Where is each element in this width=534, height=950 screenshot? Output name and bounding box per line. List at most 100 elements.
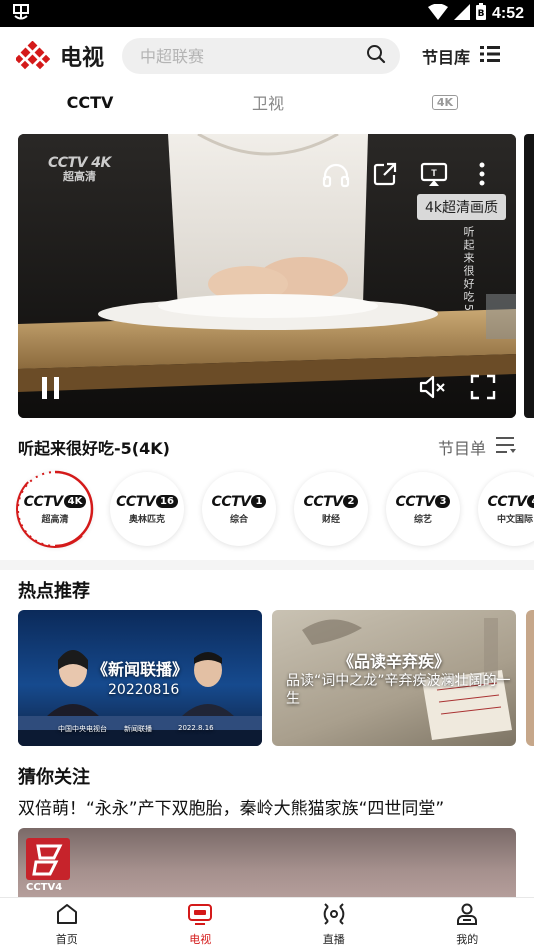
live-icon — [321, 902, 347, 929]
program-list-icon — [496, 436, 516, 458]
watermark-logo: CCTV 4K — [48, 155, 111, 171]
tab-4k-label: 4K — [431, 94, 459, 110]
hot-recommendations: 《新闻联播》 20220816 中国中央电视台 新闻联播 2022.8.16 《… — [18, 610, 534, 746]
hot-card-xinqiji[interactable]: 《品读辛弃疾》 品读“词中之龙”辛弃疾波澜壮阔的一生 — [272, 610, 516, 746]
channel-logo: CCTV — [23, 493, 63, 510]
now-playing-row: 听起来很好吃-5(4K) 节目单 — [18, 432, 516, 462]
profile-icon — [455, 902, 479, 929]
watermark-sub: 超高清 — [62, 170, 96, 183]
now-playing-title: 听起来很好吃-5(4K) — [18, 439, 170, 458]
channel-number: 3 — [435, 495, 451, 508]
header: 电视 节目库 — [0, 27, 534, 85]
quality-tooltip: 4k超清画质 — [416, 194, 506, 220]
channel-watermark: CCTV 4K 超高清 — [48, 156, 111, 184]
battery-icon: B — [475, 3, 486, 24]
status-bar: B 4:52 — [0, 0, 534, 27]
app-notification-icon — [12, 3, 30, 25]
channel-name: 超高清 — [41, 514, 69, 525]
channel-number: 4 — [527, 495, 534, 508]
nav-home[interactable]: 首页 — [0, 898, 134, 950]
nav-home-label: 首页 — [55, 932, 78, 946]
program-list-label: 节目单 — [437, 439, 486, 458]
tab-satellite[interactable]: 卫视 — [226, 86, 310, 118]
hot-card-news[interactable]: 《新闻联播》 20220816 中国中央电视台 新闻联播 2022.8.16 — [18, 610, 262, 746]
tv-icon — [187, 902, 213, 929]
program-list-button[interactable]: 节目单 — [438, 435, 516, 459]
nav-tv[interactable]: 电视 — [134, 898, 268, 950]
channel-item-cctv1[interactable]: CCTV 1 综合 — [202, 472, 276, 546]
channel-number: 2 — [343, 495, 359, 508]
clock: 4:52 — [491, 4, 524, 22]
search-bar[interactable] — [122, 38, 401, 74]
channel-selector: CCTV 4K 超高清 CCTV 16 奥林匹克 CCTV 1 综合 CCTV 2 财经… — [16, 470, 534, 548]
guess-headline[interactable]: 双倍萌！“永永”产下双胞胎，秦岭大熊猫家族“四世同堂” — [18, 794, 444, 819]
cast-icon[interactable]: T — [420, 162, 448, 192]
home-icon — [55, 902, 79, 929]
schedule-library-button[interactable]: 节目库 — [422, 44, 501, 68]
cctv4-badge-icon — [26, 838, 70, 880]
hot-card-peek[interactable] — [526, 610, 534, 746]
channel-name: 中文国际 — [496, 514, 533, 525]
svg-text:T: T — [431, 168, 437, 178]
nav-profile-label: 我的 — [456, 932, 479, 946]
channel-tabs: CCTV 卫视 4K — [0, 86, 534, 120]
video-caption: 听起来很好吃5 — [462, 226, 475, 313]
headphones-icon[interactable] — [322, 162, 350, 192]
channel-number: 4K — [63, 495, 87, 508]
channel-item-cctv3[interactable]: CCTV 3 综艺 — [386, 472, 460, 546]
schedule-library-label: 节目库 — [422, 48, 471, 67]
xinqiji-card-desc: 品读“词中之龙”辛弃疾波澜壮阔的一生 — [286, 673, 511, 707]
fullscreen-icon[interactable] — [470, 374, 496, 404]
share-icon[interactable] — [372, 161, 398, 191]
tab-satellite-label: 卫视 — [251, 94, 284, 113]
more-options-icon[interactable] — [478, 162, 486, 190]
channel-name: 奥林匹克 — [128, 514, 165, 525]
channel-logo: CCTV — [211, 493, 251, 510]
video-player[interactable]: CCTV 4K 超高清 T 4k超清画质 听起来很好吃5 — [18, 134, 516, 418]
search-input[interactable] — [140, 46, 341, 66]
next-player-peek — [524, 134, 534, 418]
channel-item-cctv2[interactable]: CCTV 2 财经 — [294, 472, 368, 546]
news-card-date: 20220816 — [108, 682, 180, 698]
search-icon[interactable] — [366, 44, 386, 68]
bottom-navigation: 首页 电视 直播 我的 — [0, 897, 534, 950]
news-card-footer-mid: 新闻联播 — [124, 725, 152, 733]
nav-tv-label: 电视 — [189, 932, 212, 946]
signal-icon — [453, 3, 470, 24]
list-icon — [480, 45, 501, 67]
wifi-icon — [427, 3, 448, 24]
channel-name: 综艺 — [413, 514, 432, 525]
brand-logo-icon — [14, 40, 51, 71]
channel-item-cctv16[interactable]: CCTV 16 奥林匹克 — [110, 472, 184, 546]
tab-cctv[interactable]: CCTV — [48, 86, 132, 118]
channel-logo: CCTV — [487, 493, 527, 510]
guess-badge-label: CCTV4 — [26, 882, 63, 893]
mute-icon[interactable] — [418, 374, 448, 404]
news-card-title: 《新闻联播》 — [92, 660, 189, 679]
nav-live[interactable]: 直播 — [267, 898, 401, 950]
channel-name: 财经 — [321, 514, 340, 525]
xinqiji-card-title: 《品读辛弃疾》 — [338, 652, 451, 671]
section-divider — [0, 560, 534, 570]
nav-live-label: 直播 — [322, 932, 345, 946]
tab-cctv-label: CCTV — [66, 92, 114, 112]
nav-profile[interactable]: 我的 — [401, 898, 534, 950]
channel-number: 1 — [251, 495, 267, 508]
channel-number: 16 — [156, 495, 178, 508]
tab-4k[interactable]: 4K — [403, 86, 487, 118]
channel-item-cctv4k[interactable]: CCTV 4K 超高清 — [16, 470, 94, 548]
news-card-footer-right: 2022.8.16 — [178, 724, 214, 732]
hot-section-title: 热点推荐 — [18, 581, 90, 602]
guess-video-thumbnail[interactable]: CCTV4 — [18, 828, 516, 898]
channel-logo: CCTV — [303, 493, 343, 510]
svg-text:B: B — [478, 9, 485, 19]
page-title: 电视 — [60, 46, 105, 71]
pause-icon[interactable] — [40, 376, 62, 404]
guess-section-title: 猜你关注 — [18, 767, 90, 788]
news-card-footer-left: 中国中央电视台 — [58, 725, 107, 733]
channel-item-cctv4[interactable]: CCTV4 中文国际 — [478, 472, 534, 546]
channel-logo: CCTV — [395, 493, 435, 510]
channel-name: 综合 — [229, 514, 248, 525]
channel-logo: CCTV — [116, 493, 155, 510]
app-logo: 电视 — [14, 40, 105, 72]
